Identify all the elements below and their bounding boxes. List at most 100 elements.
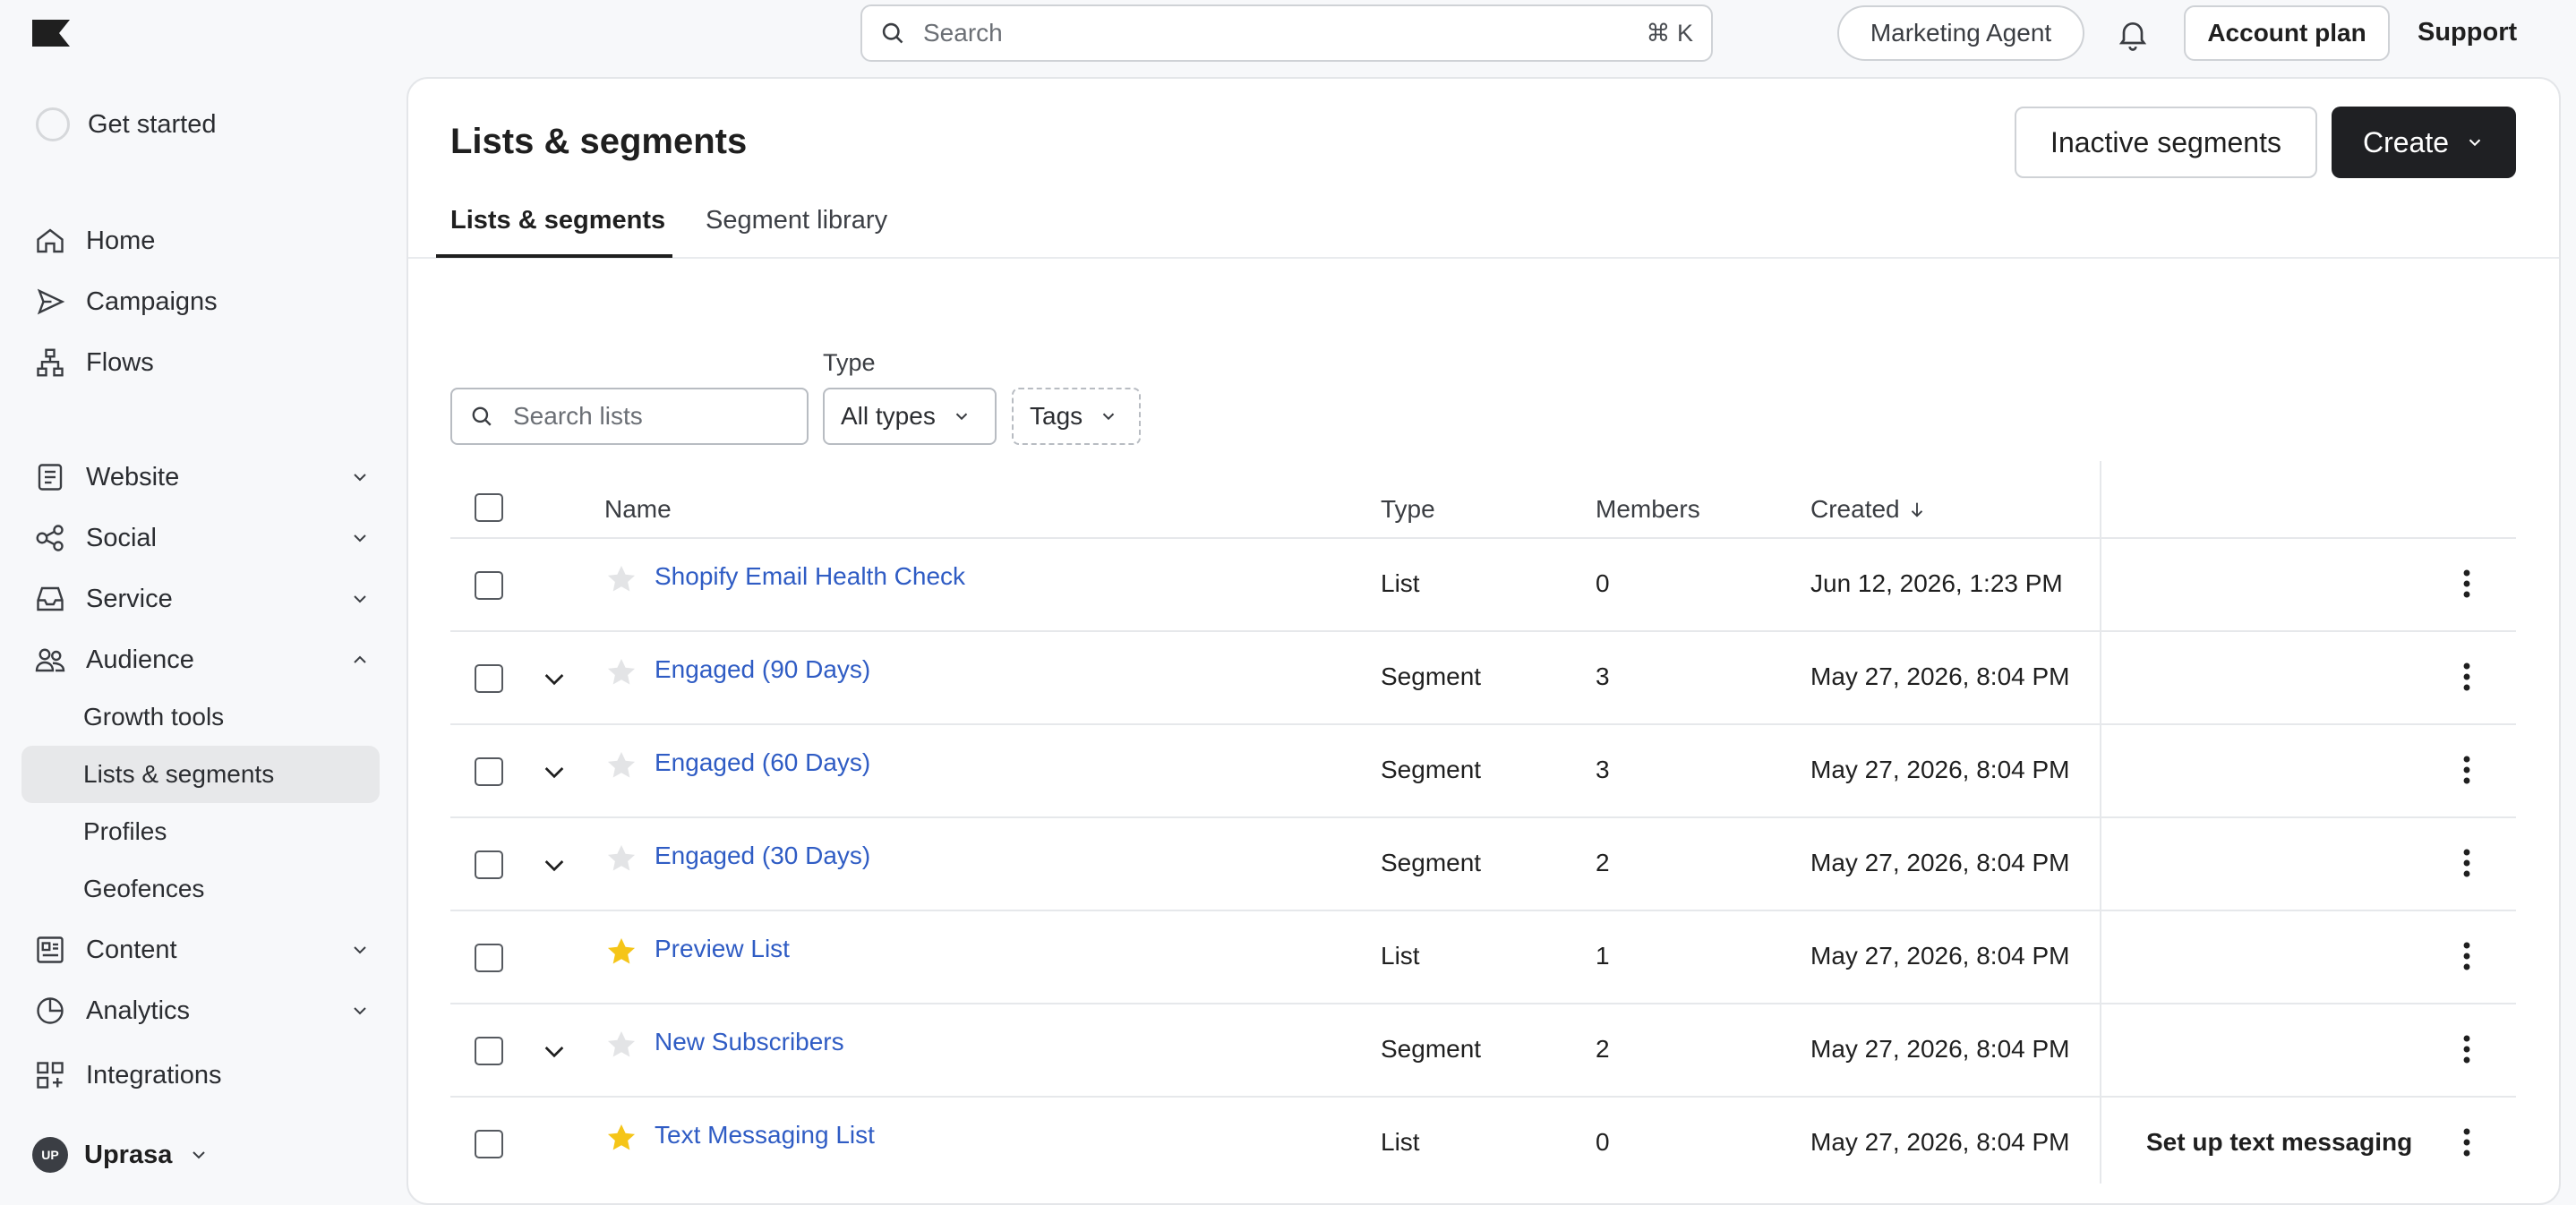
row-checkbox[interactable] [475, 664, 503, 693]
expand-chevron-icon[interactable] [540, 850, 569, 879]
tab-segment-library[interactable]: Segment library [706, 206, 887, 235]
content-icon [32, 932, 68, 968]
list-type: Segment [1381, 1035, 1482, 1063]
website-icon [32, 459, 68, 495]
brand-logo-icon[interactable] [32, 20, 70, 47]
sidebar-item-campaigns[interactable]: Campaigns [21, 274, 380, 329]
expand-chevron-icon[interactable] [540, 1037, 569, 1065]
more-options-kebab-icon[interactable] [2453, 847, 2480, 879]
flows-icon [32, 345, 68, 380]
star-outline-icon[interactable] [604, 748, 638, 782]
create-button-label: Create [2362, 125, 2450, 158]
star-outline-icon[interactable] [604, 1028, 638, 1062]
type-select[interactable]: All types [823, 388, 997, 445]
search-lists-input[interactable]: Search lists [450, 388, 809, 445]
tab-lists-segments[interactable]: Lists & segments [450, 206, 665, 235]
sidebar-item-flows[interactable]: Flows [21, 335, 380, 390]
row-checkbox[interactable] [475, 1130, 503, 1158]
chevron-up-icon [349, 649, 371, 671]
account-switcher[interactable]: UP Uprasa [32, 1137, 210, 1173]
account-name: Uprasa [84, 1140, 173, 1169]
list-name-link[interactable]: Engaged (90 Days) [655, 655, 870, 684]
sidebar-item-social[interactable]: Social [21, 510, 380, 566]
row-checkbox[interactable] [475, 850, 503, 879]
more-options-kebab-icon[interactable] [2453, 1126, 2480, 1158]
sidebar-item-label: Website [86, 462, 180, 491]
expand-chevron-icon[interactable] [540, 757, 569, 786]
list-name-link[interactable]: Preview List [655, 935, 790, 963]
column-header-created[interactable]: Created [1810, 495, 1927, 524]
list-created-date: Jun 12, 2026, 1:23 PM [1810, 569, 2063, 597]
star-outline-icon[interactable] [604, 562, 638, 596]
sidebar-item-analytics[interactable]: Analytics [21, 983, 380, 1038]
star-outline-icon[interactable] [604, 842, 638, 876]
row-checkbox[interactable] [475, 757, 503, 786]
avatar: UP [32, 1137, 68, 1173]
set-up-text-messaging-link[interactable]: Set up text messaging [2146, 1128, 2412, 1157]
sidebar-item-home[interactable]: Home [21, 213, 380, 269]
tabs-divider [408, 257, 2559, 259]
select-all-checkbox[interactable] [475, 493, 503, 522]
expand-chevron-icon[interactable] [540, 664, 569, 693]
list-name-link[interactable]: Text Messaging List [655, 1121, 875, 1149]
sidebar-item-audience[interactable]: Audience [21, 632, 380, 688]
sidebar-item-content[interactable]: Content [21, 922, 380, 978]
get-started-label: Get started [88, 109, 217, 139]
sidebar-subitem-geofences[interactable]: Geofences [21, 860, 380, 918]
star-outline-icon[interactable] [604, 655, 638, 689]
list-created-date: May 27, 2026, 8:04 PM [1810, 756, 2070, 783]
list-type: Segment [1381, 849, 1482, 876]
more-options-kebab-icon[interactable] [2453, 568, 2480, 600]
list-name-link[interactable]: Engaged (60 Days) [655, 748, 870, 777]
sidebar-item-integrations[interactable]: Integrations [21, 1047, 380, 1103]
column-header-name[interactable]: Name [604, 495, 672, 524]
star-filled-icon[interactable] [604, 1121, 638, 1155]
chevron-down-icon [1099, 406, 1118, 426]
list-name-link[interactable]: Shopify Email Health Check [655, 562, 965, 591]
column-header-members[interactable]: Members [1596, 495, 1700, 524]
search-shortcut: ⌘ K [1646, 19, 1693, 47]
sidebar-item-label: Content [86, 935, 177, 964]
row-checkbox[interactable] [475, 571, 503, 600]
list-name-link[interactable]: Engaged (30 Days) [655, 842, 870, 870]
more-options-kebab-icon[interactable] [2453, 661, 2480, 693]
tags-select[interactable]: Tags [1012, 388, 1141, 445]
list-created-date: May 27, 2026, 8:04 PM [1810, 942, 2070, 970]
chevron-down-icon [349, 466, 371, 488]
sidebar-item-label: Service [86, 584, 173, 613]
row-checkbox[interactable] [475, 1037, 503, 1065]
list-members-count: 0 [1596, 569, 1610, 597]
account-plan-button[interactable]: Account plan [2184, 5, 2390, 61]
type-filter-label: Type [823, 349, 876, 376]
star-filled-icon[interactable] [604, 935, 638, 969]
column-header-created-label: Created [1810, 495, 1900, 523]
more-options-kebab-icon[interactable] [2453, 754, 2480, 786]
list-members-count: 2 [1596, 1035, 1610, 1063]
list-name-link[interactable]: New Subscribers [655, 1028, 844, 1056]
integrations-icon [32, 1057, 68, 1093]
column-header-type[interactable]: Type [1381, 495, 1435, 524]
row-checkbox[interactable] [475, 944, 503, 972]
search-icon [470, 405, 493, 428]
sidebar-subitem-growth-tools[interactable]: Growth tools [21, 688, 380, 746]
sidebar-item-website[interactable]: Website [21, 449, 380, 505]
search-lists-placeholder: Search lists [513, 402, 643, 430]
more-options-kebab-icon[interactable] [2453, 1033, 2480, 1065]
sidebar-item-label: Integrations [86, 1060, 222, 1090]
sidebar-item-label: Social [86, 523, 157, 552]
chevron-down-icon [349, 1000, 371, 1021]
search-icon [880, 21, 905, 46]
marketing-agent-button[interactable]: Marketing Agent [1837, 5, 2084, 61]
list-members-count: 3 [1596, 662, 1610, 690]
create-button[interactable]: Create [2332, 107, 2516, 178]
more-options-kebab-icon[interactable] [2453, 940, 2480, 972]
sidebar-subitem-lists-segments[interactable]: Lists & segments [21, 746, 380, 803]
sidebar-item-service[interactable]: Service [21, 571, 380, 627]
notifications-bell-icon[interactable] [2115, 16, 2151, 52]
chevron-down-icon [349, 588, 371, 610]
global-search-input[interactable]: Search ⌘ K [860, 4, 1713, 62]
support-link[interactable]: Support [2418, 18, 2517, 47]
sidebar-subitem-profiles[interactable]: Profiles [21, 803, 380, 860]
get-started-item[interactable]: Get started [36, 107, 216, 141]
inactive-segments-button[interactable]: Inactive segments [2015, 107, 2317, 178]
